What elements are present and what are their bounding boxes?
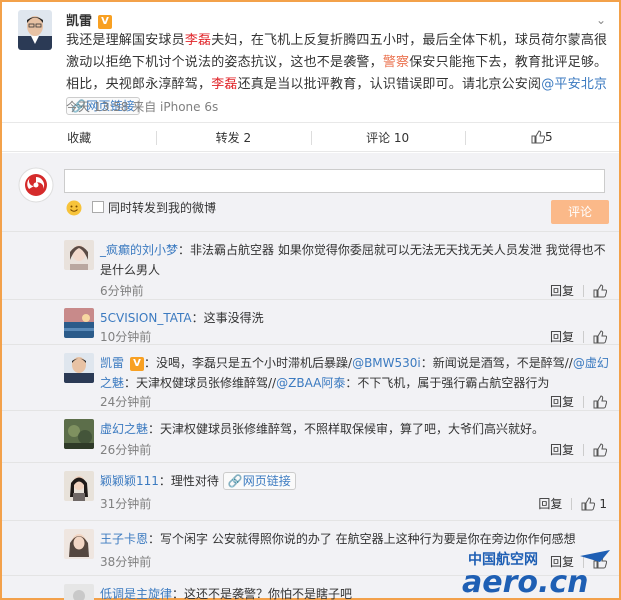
comment-input[interactable] (64, 169, 605, 193)
comment-time: 31分钟前 (100, 497, 152, 511)
mention-link[interactable]: @平安北京 (541, 77, 607, 92)
comment-count-label: 评论 10 (366, 130, 410, 145)
chevron-down-icon[interactable]: ⌄ (593, 12, 609, 28)
reply-button[interactable]: 回复 (550, 328, 574, 345)
comment-item: _疯癫的刘小梦：非法霸占航空器 如果你觉得你委屈就可以无法无天找无关人员发泄 我… (2, 231, 619, 299)
comment-body: _疯癫的刘小梦：非法霸占航空器 如果你觉得你委屈就可以无法无天找无关人员发泄 我… (100, 240, 610, 280)
author-avatar[interactable] (18, 10, 52, 50)
comment-text: ：天津权健球员张修维醉驾// (124, 376, 277, 390)
comment-tools: 回复 (550, 441, 607, 458)
thumbs-up-icon[interactable] (593, 394, 607, 409)
post-text-segment: 还真是当以批评教育，认识错误即可。请北京公安阅 (237, 77, 542, 92)
commenter-avatar[interactable] (64, 471, 94, 501)
author-name-text[interactable]: 凯雷 (66, 14, 92, 29)
commenter-avatar[interactable] (64, 308, 94, 338)
link-icon: 🔗 (227, 474, 243, 488)
comment-item: 5CVISION_TATA：这事没得洗 10分钟前 回复 (2, 299, 619, 344)
thumbs-up-icon (531, 130, 546, 144)
comments-panel: 同时转发到我的微博 评论 _疯癫的刘小梦：非法霸占航空器 如果你觉得你委屈就可以… (2, 153, 619, 600)
comment-item: 颖颖颖111：理性对待 🔗网页链接 31分钟前 回复 1 (2, 462, 619, 520)
comment-time: 24分钟前 (100, 395, 152, 409)
mention-link[interactable]: @BMW530i (352, 356, 421, 370)
comment-item: 虚幻之魅：天津权健球员张修维醉驾，不照样取保候审，算了吧，大爷们高兴就好。 26… (2, 410, 619, 462)
comment-tools: 回复 (550, 393, 607, 410)
comment-tools: 回复 1 (538, 495, 607, 512)
mention-link[interactable]: @ZBAA阿泰 (276, 376, 345, 390)
weibo-logo-icon (18, 167, 54, 203)
web-link-button[interactable]: 🔗网页链接 (222, 472, 296, 490)
comment-text: ：天津权健球员张修维醉驾，不照样取保候审，算了吧，大爷们高兴就好。 (148, 422, 545, 436)
commenter-name[interactable]: 低调是主旋律 (100, 587, 172, 600)
commenter-name[interactable]: 颖颖颖111 (100, 474, 159, 488)
comment-body: 王子卡恩：写个闲字 公安就得照你说的办了 在航空器上这种行为要是你在旁边你作何感… (100, 529, 610, 549)
reply-button[interactable]: 回复 (550, 441, 574, 458)
commenter-name[interactable]: 王子卡恩 (100, 532, 148, 546)
reply-button[interactable]: 回复 (550, 393, 574, 410)
comment-time: 10分钟前 (100, 330, 152, 344)
comment-body: 凯雷 V ：没喝，李磊只是五个小时滞机后暴躁/@BMW530i：新闻说是酒驾，不是醉… (100, 353, 610, 393)
weibo-post: 凯雷 V ⌄ 我还是理解国安球员李磊夫妇，在飞机上反复折腾四五小时，最后全体下机，… (2, 2, 619, 120)
web-link-label: 网页链接 (242, 474, 291, 488)
vip-icon: V (98, 15, 113, 29)
comment-body: 虚幻之魅：天津权健球员张修维醉驾，不照样取保候审，算了吧，大爷们高兴就好。 (100, 419, 610, 439)
emoji-icon[interactable] (66, 200, 82, 216)
repost-label: 转发 2 (215, 130, 252, 145)
comment-item: 凯雷 V ：没喝，李磊只是五个小时滞机后暴躁/@BMW530i：新闻说是酒驾，不是醉… (2, 344, 619, 410)
thumbs-up-icon[interactable] (593, 442, 607, 457)
commenter-name[interactable]: 虚幻之魅 (100, 422, 148, 436)
comment-button[interactable]: 评论 10 (310, 123, 465, 151)
keyword-highlight: 警察 (382, 55, 410, 70)
like-count: 5 (545, 130, 553, 144)
comment-tools: 回复 (550, 328, 607, 345)
comment-text: ：这还不是袭警？你怕不是瞎子吧 (172, 587, 353, 600)
comment-body: 颖颖颖111：理性对待 🔗网页链接 (100, 471, 610, 491)
comment-like-count: 1 (599, 496, 607, 511)
comment-text: ：理性对待 (158, 474, 219, 488)
action-bar: 收藏 转发 2 评论 10 5 (2, 122, 619, 152)
watermark-en-text: aero.cn (462, 565, 589, 598)
commenter-name[interactable]: _疯癫的刘小梦 (100, 243, 178, 257)
thumbs-up-icon[interactable] (581, 496, 596, 511)
repost-button[interactable]: 转发 2 (156, 123, 310, 151)
submit-comment-button[interactable]: 评论 (551, 200, 609, 224)
repost-checkbox-label: 同时转发到我的微博 (108, 201, 217, 215)
favorite-button[interactable]: 收藏 (2, 123, 156, 151)
reply-button[interactable]: 回复 (538, 495, 562, 512)
thumbs-up-icon[interactable] (593, 283, 607, 298)
post-meta: 今天 13:58 来自 iPhone 6s (66, 100, 219, 114)
vip-icon: V (130, 357, 145, 371)
commenter-avatar[interactable] (64, 240, 94, 270)
commenter-avatar[interactable] (64, 584, 94, 600)
reply-button[interactable]: 回复 (550, 282, 574, 299)
comment-time: 26分钟前 (100, 443, 152, 457)
commenter-avatar[interactable] (64, 419, 94, 449)
aero-cn-watermark-logo: 中国航空网 aero.cn (462, 550, 610, 598)
post-text-segment: 我还是理解国安球员 (66, 33, 185, 48)
comment-text: ：写个闲字 公安就得照你说的办了 在航空器上这种行为要是你在旁边你作何感想 (148, 532, 576, 546)
commenter-avatar[interactable] (64, 529, 94, 559)
comment-text: ：没喝，李磊只是五个小时滞机后暴躁/ (144, 356, 353, 370)
repost-checkbox[interactable] (92, 201, 104, 213)
favorite-label: 收藏 (67, 130, 92, 145)
comment-text: ：这事没得洗 (191, 311, 264, 325)
thumbs-up-icon[interactable] (593, 329, 607, 344)
commenter-avatar[interactable] (64, 353, 94, 383)
keyword-highlight: 李磊 (211, 77, 238, 92)
commenter-name[interactable]: 凯雷 (100, 356, 124, 370)
author-name[interactable]: 凯雷 V (66, 10, 113, 29)
comment-time: 38分钟前 (100, 555, 152, 569)
like-button[interactable]: 5 (464, 123, 619, 151)
comment-text: ：新闻说是酒驾，不是醉驾// (420, 356, 573, 370)
comment-time: 6分钟前 (100, 284, 144, 298)
comment-tools: 回复 (550, 282, 607, 299)
commenter-name[interactable]: 5CVISION_TATA (100, 311, 192, 325)
keyword-highlight: 李磊 (184, 33, 212, 48)
comment-text: ：不下飞机，属于强行霸占航空器行为 (345, 376, 550, 390)
comment-body: 5CVISION_TATA：这事没得洗 (100, 308, 610, 328)
